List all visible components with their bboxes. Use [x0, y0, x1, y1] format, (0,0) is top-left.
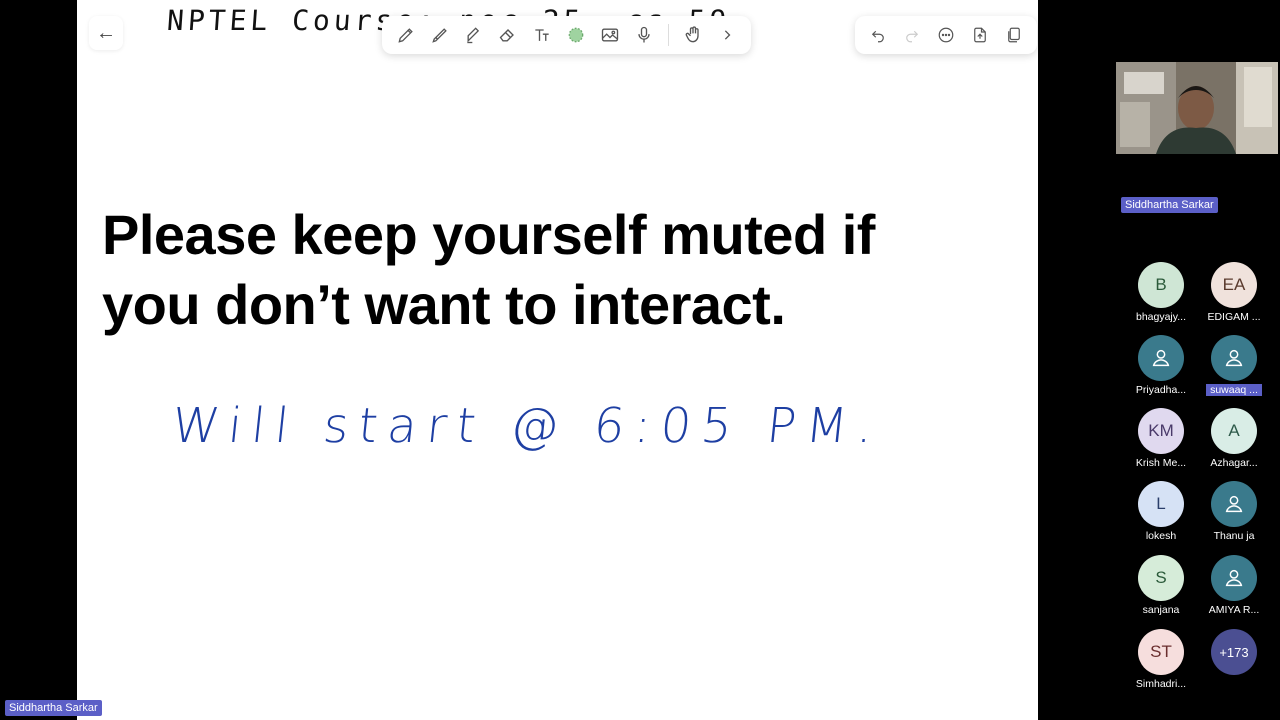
- participant-tile[interactable]: S sanjana: [1127, 555, 1195, 617]
- avatar: [1211, 335, 1257, 381]
- participant-tile[interactable]: L lokesh: [1127, 481, 1195, 543]
- highlighter-icon[interactable]: [460, 21, 488, 49]
- slide-heading-line-1: Please keep yourself muted if: [102, 203, 875, 266]
- participant-name: Krish Me...: [1135, 457, 1187, 469]
- undo-icon[interactable]: [865, 22, 891, 48]
- lasso-icon[interactable]: [562, 21, 590, 49]
- avatar: [1211, 555, 1257, 601]
- participant-name: bhagyajy...: [1135, 311, 1186, 323]
- person-icon: [1225, 349, 1243, 367]
- avatar: ST: [1138, 629, 1184, 675]
- pen-icon[interactable]: [392, 21, 420, 49]
- eraser-icon[interactable]: [494, 21, 522, 49]
- text-icon[interactable]: [528, 21, 556, 49]
- pencil-icon[interactable]: [426, 21, 454, 49]
- participant-tile[interactable]: KM Krish Me...: [1127, 408, 1195, 470]
- chevron-right-icon[interactable]: [713, 21, 741, 49]
- more-participants-button[interactable]: +173: [1200, 629, 1268, 691]
- toolbar-separator: [668, 24, 669, 46]
- participant-tile[interactable]: Priyadha...: [1127, 335, 1195, 397]
- participant-name: AMIYA R...: [1208, 604, 1260, 616]
- more-icon[interactable]: [933, 22, 959, 48]
- microphone-icon[interactable]: [630, 21, 658, 49]
- participant-tile[interactable]: EA EDIGAM ...: [1200, 262, 1268, 324]
- presenter-video-name-tag: Siddhartha Sarkar: [1121, 197, 1218, 213]
- participant-tile[interactable]: Thanu ja: [1200, 481, 1268, 543]
- participant-name: EDIGAM ...: [1207, 311, 1261, 323]
- presenter-name-tag: Siddhartha Sarkar: [5, 700, 102, 716]
- handwritten-note: Will start @ 6:05 PM.: [169, 398, 886, 454]
- avatar: KM: [1138, 408, 1184, 454]
- participant-name: Simhadri...: [1135, 678, 1187, 690]
- participant-tile[interactable]: A Azhagar...: [1200, 408, 1268, 470]
- avatar: [1211, 481, 1257, 527]
- avatar: A: [1211, 408, 1257, 454]
- avatar: EA: [1211, 262, 1257, 308]
- whiteboard-canvas[interactable]: ← NPTEL Course: noc 25 -cs 59. Please ke…: [77, 0, 1038, 720]
- participant-tile[interactable]: AMIYA R...: [1200, 555, 1268, 617]
- presenter-video[interactable]: [1116, 62, 1278, 154]
- drawing-toolbar: [382, 16, 751, 54]
- participant-name: Priyadha...: [1135, 384, 1187, 396]
- presenter-video-image: [1116, 62, 1278, 154]
- participant-name: lokesh: [1145, 530, 1177, 542]
- participant-name: Thanu ja: [1213, 530, 1255, 542]
- export-icon[interactable]: [967, 22, 993, 48]
- participant-tile[interactable]: ST Simhadri...: [1127, 629, 1195, 691]
- avatar: [1138, 335, 1184, 381]
- pages-icon[interactable]: [1001, 22, 1027, 48]
- actions-toolbar: [855, 16, 1037, 54]
- redo-icon[interactable]: [899, 22, 925, 48]
- participant-tile[interactable]: B bhagyajy...: [1127, 262, 1195, 324]
- more-participants-count: +173: [1211, 629, 1257, 675]
- participant-name: Azhagar...: [1210, 457, 1258, 469]
- avatar: S: [1138, 555, 1184, 601]
- participant-name: suwaaq ...: [1206, 384, 1262, 396]
- back-button[interactable]: ←: [89, 16, 123, 50]
- person-icon: [1225, 569, 1243, 587]
- person-icon: [1225, 495, 1243, 513]
- slide-heading-line-2: you don’t want to interact.: [102, 273, 786, 336]
- avatar: L: [1138, 481, 1184, 527]
- participant-tile[interactable]: suwaaq ...: [1200, 335, 1268, 397]
- participant-name: sanjana: [1142, 604, 1180, 616]
- touch-draw-icon[interactable]: [679, 21, 707, 49]
- avatar: B: [1138, 262, 1184, 308]
- image-icon[interactable]: [596, 21, 624, 49]
- slide-heading: Please keep yourself muted if you don’t …: [102, 200, 1002, 340]
- person-icon: [1152, 349, 1170, 367]
